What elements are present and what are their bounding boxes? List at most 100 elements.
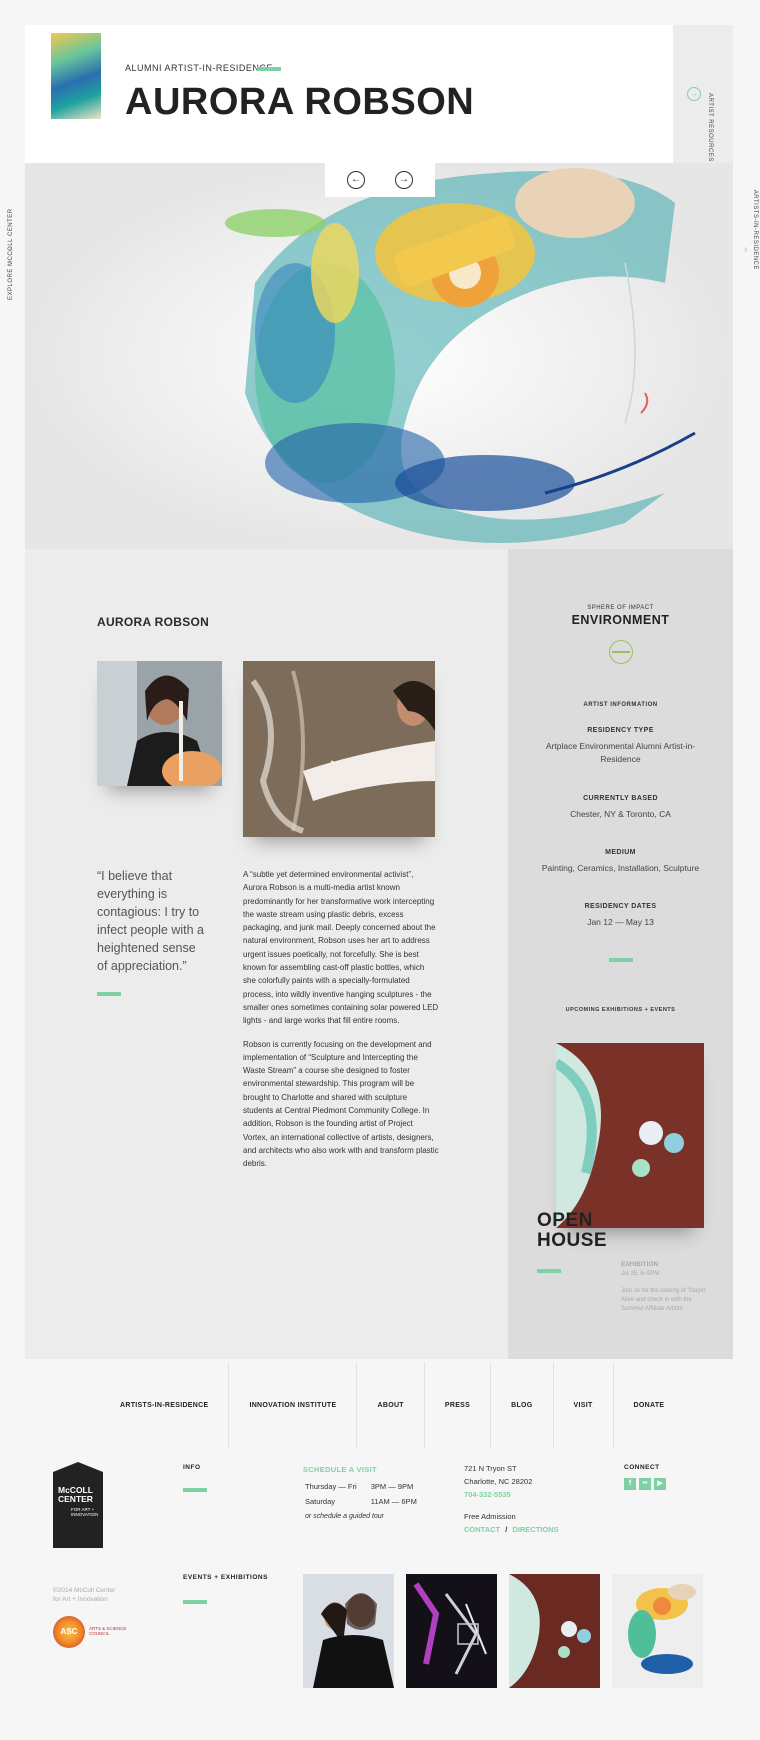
nav-donate[interactable]: DONATE [612, 1362, 685, 1448]
youtube-icon[interactable]: ▶ [654, 1478, 666, 1490]
page: ‹ Explore McColl Center › Artists-in-Res… [0, 0, 760, 1740]
hero-navigation: ← → [325, 163, 435, 197]
arrow-left-icon[interactable]: ← [347, 171, 365, 189]
hero-artwork [25, 163, 733, 549]
page-header: Alumni Artist-in-Residence AURORA ROBSON [25, 25, 673, 165]
nav-visit[interactable]: VISIT [552, 1362, 613, 1448]
hours-time: 11AM — 6PM [370, 1497, 417, 1506]
address-line: 721 N Tryon ST [464, 1464, 517, 1473]
nav-press[interactable]: PRESS [423, 1362, 490, 1448]
events-heading: EVENTS + EXHIBITIONS [183, 1574, 268, 1581]
info-accent-bar [183, 1488, 207, 1492]
logo-subtext: FOR ART + INNOVATION [71, 1507, 98, 1517]
info-heading: INFO [183, 1464, 201, 1471]
address-line: Charlotte, NC 28202 [464, 1477, 533, 1486]
medium-value: Painting, Ceramics, Installation, Sculpt… [541, 863, 700, 873]
artist-info-label: Artist Information [583, 702, 658, 708]
residency-dates-label: Residency Dates [584, 903, 657, 910]
link-separator: / [505, 1525, 508, 1534]
events-accent-bar [183, 1600, 207, 1604]
schedule-visit-link[interactable]: SCHEDULE A VISIT [303, 1465, 377, 1474]
kicker-accent-bar [257, 67, 281, 71]
logo-subline: INNOVATION [71, 1512, 99, 1517]
site-footer: McCOLL CENTER FOR ART + INNOVATION INFO … [0, 1448, 760, 1740]
phone-link[interactable]: 704-332-5535 [464, 1488, 559, 1501]
bio-paragraph: Robson is currently focusing on the deve… [243, 1039, 439, 1169]
opening-hours: Thursday — Fri 3PM — 9PM Saturday 11AM —… [303, 1478, 431, 1525]
artist-bio: A “subtle yet determined environmental a… [243, 868, 439, 1181]
nav-innovation-institute[interactable]: INNOVATION INSTITUTE [228, 1362, 356, 1448]
tour-note[interactable]: or schedule a guided tour [305, 1510, 429, 1523]
sculpture-artwork [25, 163, 733, 549]
artist-resources-tab[interactable]: → Artist Resources [673, 25, 733, 165]
quote-accent-bar [97, 992, 121, 996]
flickr-icon[interactable]: •• [639, 1478, 651, 1490]
hours-day: Thursday — Fri [305, 1482, 357, 1491]
event-accent-bar [537, 1269, 561, 1273]
event-thumbnail[interactable] [303, 1574, 394, 1688]
facebook-icon[interactable]: f [624, 1478, 636, 1490]
artist-name-heading: AURORA ROBSON [97, 615, 210, 629]
copyright: ©2014 McColl Center for Art + Innovation [53, 1586, 115, 1604]
artist-content: AURORA ROBSON “I believe that everything… [25, 549, 508, 1359]
arrow-right-icon[interactable]: → [395, 171, 413, 189]
medium-label: Medium [605, 849, 636, 856]
social-links: f •• ▶ [624, 1478, 666, 1490]
connect-heading: CONNECT [624, 1464, 660, 1471]
event-date: Jul 25, 6–9PM [621, 1271, 660, 1277]
event-thumbnail[interactable] [612, 1574, 703, 1688]
logo-text: McCOLL CENTER [58, 1486, 93, 1504]
nav-artists-in-residence[interactable]: ARTISTS-IN-RESIDENCE [100, 1362, 228, 1448]
sphere-label: Sphere of Impact [587, 605, 654, 611]
residency-type-value: Artplace Environmental Alumni Artist-in-… [545, 741, 696, 764]
sidebar-accent-bar [609, 958, 633, 962]
asc-label-line: COUNCIL [89, 1631, 110, 1636]
directions-link[interactable]: DIRECTIONS [512, 1525, 558, 1534]
page-title: AURORA ROBSON [125, 81, 475, 123]
event-thumbnail[interactable] [406, 1574, 497, 1688]
artist-studio-photo [243, 661, 435, 837]
admission-text: Free Admission [464, 1512, 516, 1521]
nav-about[interactable]: ABOUT [356, 1362, 423, 1448]
artists-side-link[interactable]: Artists-in-Residence [752, 190, 758, 270]
logo-line: CENTER [58, 1494, 93, 1504]
hours-day: Saturday [305, 1497, 336, 1506]
asc-logo[interactable]: ASC [53, 1616, 85, 1648]
hours-row: Saturday 11AM — 6PM [305, 1495, 429, 1508]
artist-quote: “I believe that everything is contagious… [97, 869, 205, 973]
upcoming-events-label: Upcoming Exhibitions + Events [565, 1007, 676, 1013]
contact-links: CONTACT / DIRECTIONS [464, 1523, 559, 1536]
event-title-line: HOUSE [537, 1230, 608, 1251]
event-title-line: OPEN [537, 1210, 593, 1231]
contact-link[interactable]: CONTACT [464, 1525, 500, 1534]
residency-type-label: Residency Type [587, 727, 654, 734]
artist-portrait-photo [97, 661, 222, 786]
copyright-line: ©2014 McColl Center [53, 1587, 116, 1594]
mccoll-logo[interactable]: McCOLL CENTER FOR ART + INNOVATION [53, 1462, 103, 1548]
address: 721 N Tryon ST Charlotte, NC 28202 704-3… [464, 1462, 559, 1536]
environment-icon [609, 640, 633, 664]
hours-row: Thursday — Fri 3PM — 9PM [305, 1480, 429, 1493]
artist-resources-label: Artist Resources [707, 93, 713, 162]
event-title[interactable]: OPEN HOUSE [537, 1211, 607, 1251]
bio-paragraph: A “subtle yet determined environmental a… [243, 870, 439, 1026]
chevron-right-icon[interactable]: › [744, 244, 747, 255]
sphere-value: ENVIRONMENT [571, 613, 670, 627]
currently-based-label: Currently Based [583, 795, 658, 802]
arrow-circle-icon: → [687, 87, 701, 101]
event-kind: Exhibition [621, 1261, 659, 1268]
hours-time: 3PM — 9PM [370, 1482, 414, 1491]
event-thumbnail[interactable] [509, 1574, 600, 1688]
artist-thumbnail [51, 33, 101, 119]
event-image[interactable] [556, 1043, 704, 1228]
explore-side-link[interactable]: Explore McColl Center [8, 208, 14, 300]
main-navigation: ARTISTS-IN-RESIDENCE INNOVATION INSTITUT… [100, 1362, 684, 1448]
copyright-line: for Art + Innovation [53, 1596, 108, 1603]
currently-based-value: Chester, NY & Toronto, CA [570, 809, 671, 819]
asc-label: ARTS & SCIENCE COUNCIL [89, 1626, 126, 1636]
event-description: Join us for the closing of 'Stayin' Aliv… [621, 1288, 707, 1312]
page-kicker: Alumni Artist-in-Residence [125, 63, 273, 73]
nav-blog[interactable]: BLOG [490, 1362, 552, 1448]
hours-row: or schedule a guided tour [305, 1510, 429, 1523]
residency-dates-value: Jan 12 — May 13 [587, 917, 654, 927]
